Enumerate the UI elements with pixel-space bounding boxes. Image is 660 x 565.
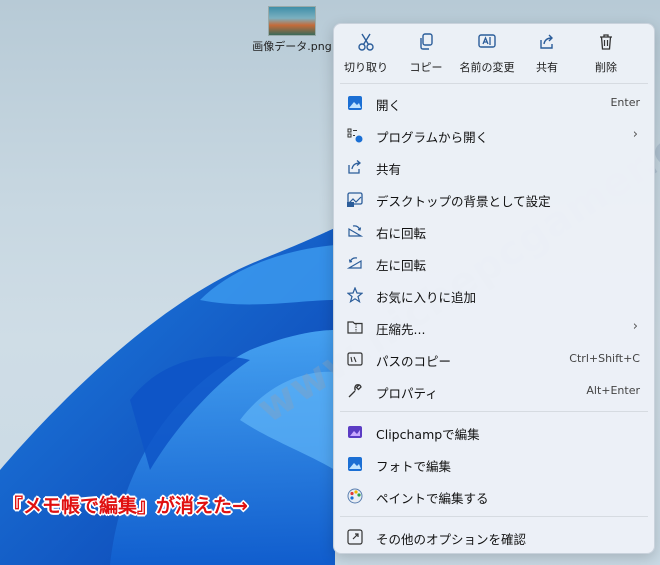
open-external-icon [347,529,363,545]
menu-item-open[interactable]: 開く Enter [338,87,650,119]
copy-button[interactable]: コピー [394,32,458,75]
share-label: 共有 [536,61,558,74]
menu-item-rotate-left[interactable]: 左に回転 [338,247,650,279]
menu-item-set-wallpaper[interactable]: デスクトップの背景として設定 [338,183,650,215]
copy-path-label: パスのコピー [376,354,452,369]
photos-app-icon [348,457,362,471]
menu-item-copy-path[interactable]: パスのコピー Ctrl+Shift+C [338,343,650,375]
menu-item-rotate-right[interactable]: 右に回転 [338,215,650,247]
rename-icon [478,34,496,48]
context-menu: 切り取り コピー 名前の変更 共有 削除 開く Enter プログラムから開く … [333,23,655,554]
photos-app-icon [348,96,362,110]
properties-label: プロパティ [376,386,438,401]
copy-label: コピー [409,61,443,74]
menu-item-paint[interactable]: ペイントで編集する [338,480,650,512]
wallpaper-icon [347,192,363,207]
annotation-text: 『メモ帳で編集』が消えた→ [4,495,248,517]
delete-label: 削除 [595,61,617,74]
menu-item-open-with[interactable]: プログラムから開く › [338,119,650,151]
clipchamp-label: Clipchampで編集 [376,427,480,442]
desktop-file-icon[interactable]: 画像データ.png [252,6,332,54]
star-icon [347,287,363,303]
context-toolbar: 切り取り コピー 名前の変更 共有 削除 [334,24,654,82]
toolbar-divider [340,83,648,84]
set-wallpaper-label: デスクトップの背景として設定 [376,194,551,209]
menu-item-compress[interactable]: 圧縮先... › [338,311,650,343]
photos-label: フォトで編集 [376,459,452,474]
trash-icon [600,34,612,50]
share-icon [540,34,553,49]
clipchamp-icon [348,426,362,438]
rotate-left-icon [347,257,362,269]
rename-label: 名前の変更 [459,61,515,74]
image-thumbnail [268,6,316,36]
menu-item-properties[interactable]: プロパティ Alt+Enter [338,375,650,407]
paint-palette-icon [347,488,363,504]
more-options-label: その他のオプションを確認 [376,532,527,547]
compress-label: 圧縮先... [376,322,426,337]
rename-button[interactable]: 名前の変更 [455,32,519,75]
zip-folder-icon [347,321,363,334]
menu-item-more-options[interactable]: その他のオプションを確認 [338,521,650,553]
open-shortcut: Enter [610,96,640,109]
properties-shortcut: Alt+Enter [586,384,640,397]
rotate-left-label: 左に回転 [376,258,427,273]
open-label: 開く [376,98,402,113]
open-with-label: プログラムから開く [376,130,489,145]
menu-item-photos[interactable]: フォトで編集 [338,448,650,480]
menu-item-clipchamp[interactable]: Clipchampで編集 [338,416,650,448]
share-icon [348,160,362,174]
delete-button[interactable]: 削除 [574,32,638,75]
share-toolbar-button[interactable]: 共有 [515,32,579,75]
menu-divider [340,516,648,517]
copy-icon [420,33,433,50]
copy-path-icon [347,352,363,366]
chevron-right-icon: › [632,127,638,142]
paint-label: ペイントで編集する [376,491,489,506]
cut-button[interactable]: 切り取り [334,32,398,75]
add-favorites-label: お気に入りに追加 [376,290,477,305]
menu-item-share[interactable]: 共有 [338,151,650,183]
menu-item-add-favorites[interactable]: お気に入りに追加 [338,279,650,311]
share-item-label: 共有 [376,162,402,177]
menu-divider [340,411,648,412]
wrench-icon [348,384,362,398]
rotate-right-label: 右に回転 [376,226,427,241]
copy-path-shortcut: Ctrl+Shift+C [569,352,640,365]
desktop-file-label: 画像データ.png [252,40,332,53]
scissors-icon [358,33,374,51]
cut-label: 切り取り [344,61,388,74]
chevron-right-icon: › [632,319,638,334]
open-with-icon [347,128,363,143]
rotate-right-icon [348,225,363,237]
